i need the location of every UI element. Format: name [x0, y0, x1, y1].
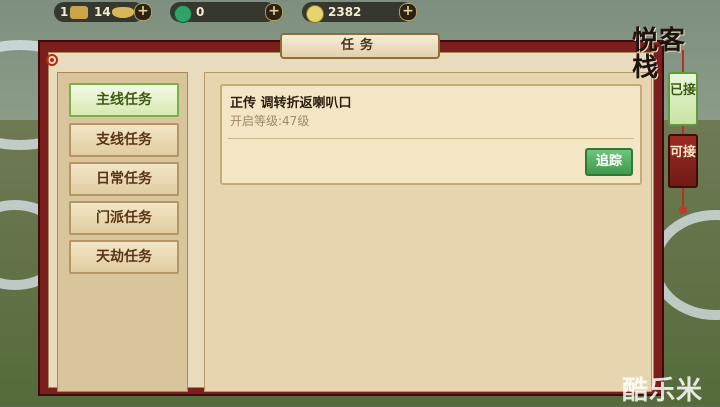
hanging-cord — [682, 126, 684, 134]
quest-requirement: 开启等级:47级 — [230, 114, 310, 128]
tab-available[interactable]: 可接 — [668, 134, 698, 188]
silver-value: 2382 — [328, 5, 362, 19]
jade-value: 0 — [196, 5, 205, 19]
coin-icon — [306, 5, 324, 23]
ingot-icon — [112, 7, 134, 18]
add-gold-button[interactable]: + — [134, 3, 152, 21]
tab-tribulation-quest[interactable]: 天劫任务 — [69, 240, 179, 274]
watermark: 酷乐米 — [622, 376, 704, 406]
silver-counter: 2382 — [302, 2, 414, 23]
tab-daily-quest[interactable]: 日常任务 — [69, 162, 179, 196]
category-list: 主线任务 支线任务 日常任务 门派任务 天劫任务 — [57, 72, 188, 392]
add-jade-button[interactable]: + — [265, 3, 283, 21]
add-silver-button[interactable]: + — [399, 3, 417, 21]
tassel-icon — [679, 206, 687, 214]
jade-counter: 0 — [170, 2, 276, 23]
track-button[interactable]: 追踪 — [585, 148, 633, 176]
tab-main-quest[interactable]: 主线任务 — [69, 83, 179, 117]
quest-card: 正传 调转折返喇叭口 开启等级:47级 追踪 — [220, 84, 642, 185]
knot-ornament-icon — [46, 54, 58, 66]
card-divider — [228, 138, 634, 139]
resource-bar: 1 14 + 0 + 2382 + — [0, 0, 430, 26]
panel-title: 任务 — [280, 33, 440, 59]
game-logo: 悦客栈 — [632, 26, 687, 83]
tab-sect-quest[interactable]: 门派任务 — [69, 201, 179, 235]
hanging-cord — [682, 188, 684, 208]
gold-counter: 1 14 — [54, 2, 144, 22]
quest-title: 正传 调转折返喇叭口 — [230, 96, 352, 111]
tab-side-quest[interactable]: 支线任务 — [69, 123, 179, 157]
gold-value: 14 — [94, 5, 111, 19]
jade-icon — [174, 5, 192, 23]
gold-book-icon — [70, 6, 88, 19]
level-value: 1 — [60, 5, 69, 19]
